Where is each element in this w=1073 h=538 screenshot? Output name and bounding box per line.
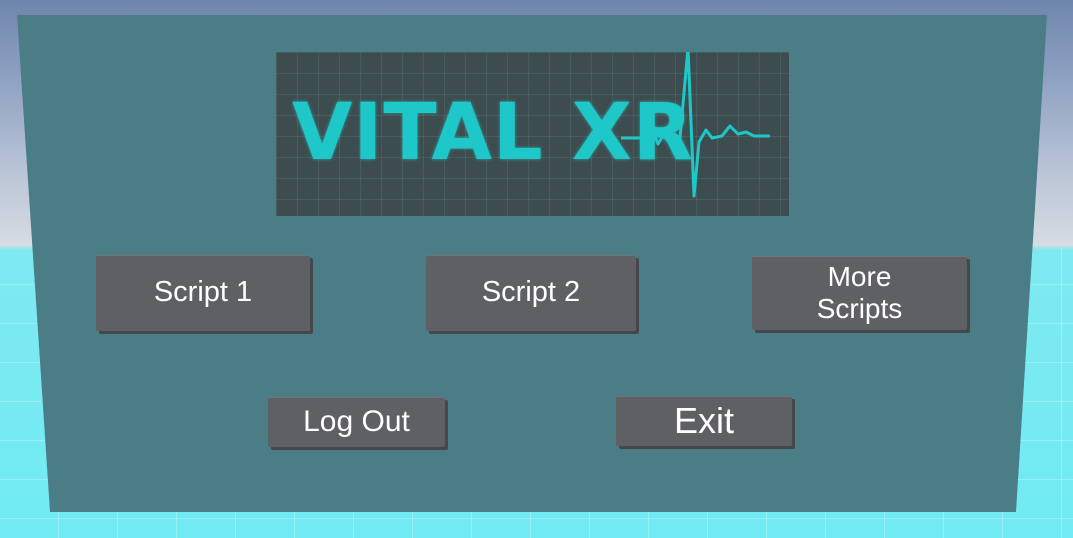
vr-scene: VITAL XR Script 1 Script 2 More Scripts … xyxy=(0,0,1073,538)
script-2-button[interactable]: Script 2 xyxy=(426,255,636,331)
exit-button[interactable]: Exit xyxy=(616,396,792,446)
menu-panel: VITAL XR Script 1 Script 2 More Scripts … xyxy=(0,0,1073,538)
heartbeat-line-icon xyxy=(621,52,770,198)
more-scripts-button[interactable]: More Scripts xyxy=(752,256,967,330)
script-1-button[interactable]: Script 1 xyxy=(96,255,310,331)
vital-xr-logo: VITAL XR xyxy=(276,52,789,216)
log-out-button[interactable]: Log Out xyxy=(268,397,445,447)
